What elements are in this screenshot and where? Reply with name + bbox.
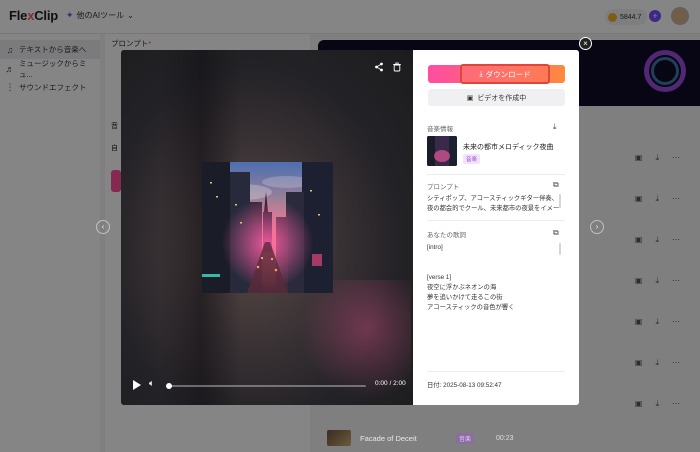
song-duration: 00:23 bbox=[496, 434, 514, 442]
lyrics-scrollbar[interactable] bbox=[559, 243, 561, 255]
lyrics-section-label: あなたの歌詞 bbox=[427, 232, 466, 239]
download-icon[interactable]: ⤓ bbox=[553, 122, 557, 132]
copy-icon[interactable]: ⧉ bbox=[553, 180, 559, 190]
song-title: Facade of Deceit bbox=[360, 433, 417, 443]
song-info-panel: ⤓ ダウンロード ▣ ビデオを作成中 音楽情報 ⤓ 未来の都市メロディック夜曲 … bbox=[413, 50, 579, 405]
song-name: 未来の都市メロディック夜曲 bbox=[463, 144, 554, 151]
song-cover-thumbnail bbox=[427, 136, 457, 166]
prev-arrow-icon[interactable]: ‹ bbox=[96, 220, 110, 234]
make-video-button[interactable]: ▣ ビデオを作成中 bbox=[428, 89, 565, 106]
album-cover-image bbox=[202, 162, 333, 293]
close-icon[interactable]: × bbox=[579, 37, 592, 50]
date-value: 2025-08-13 09:52:47 bbox=[443, 382, 502, 389]
download-button[interactable]: ⤓ ダウンロード bbox=[460, 64, 550, 84]
share-icon[interactable] bbox=[372, 62, 386, 76]
song-badge: 音楽 bbox=[463, 154, 481, 164]
lyrics-text: [intro] [verse 1] 夜空に浮かぶネオンの海 夢を追いかけて走るこ… bbox=[427, 244, 515, 311]
prompt-text: シティポップ、アコースティックギター伴奏、 夜の都会的でクール、未来都市の夜景を… bbox=[427, 195, 560, 212]
date-label: 日付: 2025-08-13 09:52:47 bbox=[427, 382, 502, 389]
next-arrow-icon[interactable]: › bbox=[590, 220, 604, 234]
trash-icon[interactable] bbox=[390, 62, 404, 76]
table-row[interactable]: Facade of Deceit 音楽 00:23 bbox=[318, 427, 700, 449]
time-display: 0:00 / 2:00 bbox=[375, 380, 406, 387]
play-icon[interactable] bbox=[133, 380, 141, 390]
download-icon: ⤓ bbox=[479, 69, 483, 78]
video-icon: ▣ bbox=[466, 94, 474, 102]
make-video-label: ビデオを作成中 bbox=[477, 94, 527, 102]
prompt-section-label: プロンプト bbox=[427, 184, 460, 191]
song-detail-modal: 🔈︎ 0:00 / 2:00 ⤓ ダウンロード ▣ ビデオを作成中 音楽情報 ⤓… bbox=[121, 50, 579, 405]
video-player[interactable]: 🔈︎ 0:00 / 2:00 bbox=[121, 50, 413, 405]
volume-icon[interactable]: 🔈︎ bbox=[149, 378, 154, 389]
download-label: ダウンロード bbox=[485, 69, 531, 79]
player-controls: 🔈︎ 0:00 / 2:00 bbox=[121, 377, 413, 395]
download-button-bg[interactable]: ⤓ ダウンロード bbox=[428, 64, 565, 84]
prompt-scrollbar[interactable] bbox=[559, 194, 561, 208]
song-thumbnail bbox=[327, 430, 351, 446]
song-tag: 音楽 bbox=[456, 432, 475, 444]
progress-handle[interactable] bbox=[166, 383, 172, 389]
music-info-label: 音楽情報 bbox=[427, 126, 453, 133]
copy-icon[interactable]: ⧉ bbox=[553, 228, 559, 238]
progress-bar[interactable] bbox=[166, 383, 366, 389]
